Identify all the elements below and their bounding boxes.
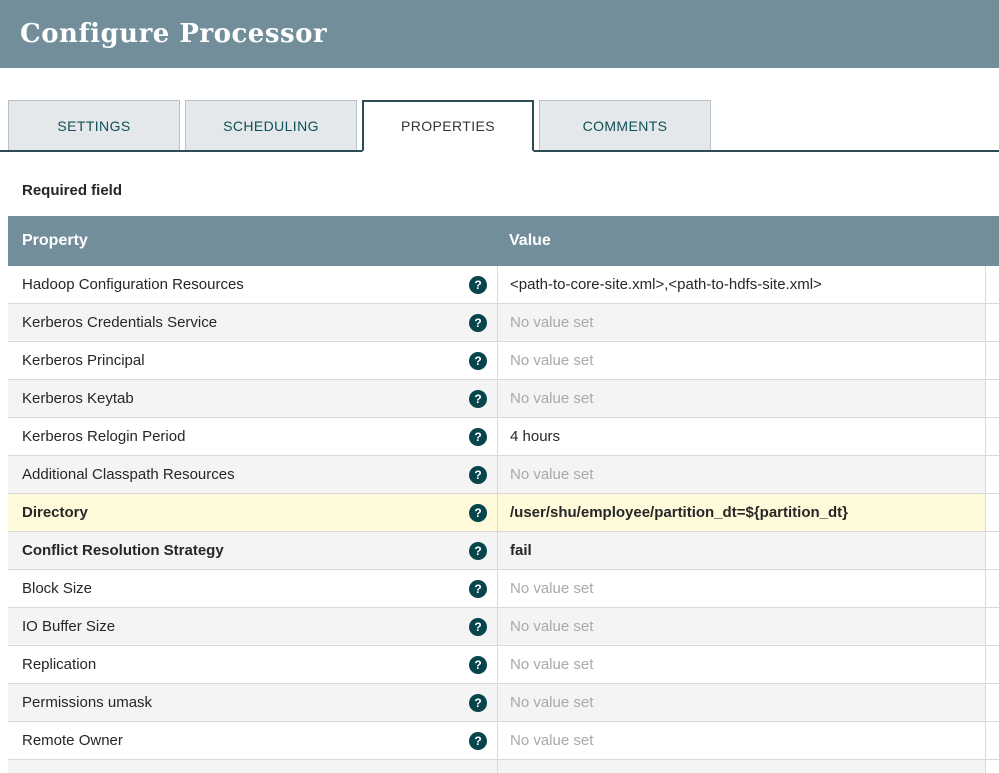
help-icon[interactable]: ? bbox=[469, 428, 487, 446]
property-name: Additional Classpath Resources bbox=[22, 466, 235, 483]
property-cell bbox=[8, 760, 497, 773]
property-value[interactable]: No value set bbox=[497, 342, 985, 379]
help-icon[interactable]: ? bbox=[469, 656, 487, 674]
scrollbar-gutter bbox=[985, 380, 999, 417]
table-row[interactable]: Kerberos Principal?No value set bbox=[8, 342, 999, 380]
value-cell bbox=[497, 760, 985, 773]
table-body: Hadoop Configuration Resources?<path-to-… bbox=[8, 266, 999, 760]
dialog-title: Configure Processor bbox=[20, 19, 327, 49]
help-icon[interactable]: ? bbox=[469, 732, 487, 750]
help-icon[interactable]: ? bbox=[469, 314, 487, 332]
tab-comments[interactable]: COMMENTS bbox=[539, 100, 711, 150]
property-cell: Replication? bbox=[8, 646, 497, 683]
scrollbar-gutter bbox=[985, 494, 999, 531]
scrollbar-gutter bbox=[985, 722, 999, 759]
property-value[interactable]: No value set bbox=[497, 304, 985, 341]
property-cell: Remote Owner? bbox=[8, 722, 497, 759]
property-name: Replication bbox=[22, 656, 96, 673]
scrollbar-gutter bbox=[985, 418, 999, 455]
dialog-header: Configure Processor bbox=[0, 0, 999, 68]
table-row-partial bbox=[8, 760, 999, 773]
property-value[interactable]: No value set bbox=[497, 646, 985, 683]
property-name: Kerberos Credentials Service bbox=[22, 314, 217, 331]
property-name: Directory bbox=[22, 504, 88, 521]
help-icon[interactable]: ? bbox=[469, 352, 487, 370]
help-icon[interactable]: ? bbox=[469, 618, 487, 636]
table-row[interactable]: Directory?/user/shu/employee/partition_d… bbox=[8, 494, 999, 532]
property-value[interactable]: fail bbox=[497, 532, 985, 569]
scrollbar-gutter bbox=[985, 532, 999, 569]
help-icon[interactable]: ? bbox=[469, 276, 487, 294]
scrollbar-gutter bbox=[985, 684, 999, 721]
table-row[interactable]: Additional Classpath Resources?No value … bbox=[8, 456, 999, 494]
property-value[interactable]: No value set bbox=[497, 684, 985, 721]
tab-scheduling[interactable]: SCHEDULING bbox=[185, 100, 357, 150]
table-row[interactable]: Kerberos Credentials Service?No value se… bbox=[8, 304, 999, 342]
table-row[interactable]: Remote Owner?No value set bbox=[8, 722, 999, 760]
help-icon[interactable]: ? bbox=[469, 390, 487, 408]
column-header-value: Value bbox=[497, 232, 985, 250]
table-row[interactable]: IO Buffer Size?No value set bbox=[8, 608, 999, 646]
help-icon[interactable]: ? bbox=[469, 580, 487, 598]
property-value[interactable]: <path-to-core-site.xml>,<path-to-hdfs-si… bbox=[497, 266, 985, 303]
scrollbar-gutter bbox=[985, 760, 999, 773]
required-field-label: Required field bbox=[22, 182, 999, 200]
property-name: Permissions umask bbox=[22, 694, 152, 711]
tab-bar: SETTINGSSCHEDULINGPROPERTIESCOMMENTS bbox=[0, 100, 999, 152]
scrollbar-gutter bbox=[985, 646, 999, 683]
property-cell: Block Size? bbox=[8, 570, 497, 607]
property-value[interactable]: /user/shu/employee/partition_dt=${partit… bbox=[497, 494, 985, 531]
property-value[interactable]: No value set bbox=[497, 722, 985, 759]
property-name: Kerberos Relogin Period bbox=[22, 428, 185, 445]
property-name: Kerberos Principal bbox=[22, 352, 145, 369]
property-value[interactable]: No value set bbox=[497, 608, 985, 645]
property-cell: Conflict Resolution Strategy? bbox=[8, 532, 497, 569]
table-row[interactable]: Permissions umask?No value set bbox=[8, 684, 999, 722]
table-row[interactable]: Kerberos Relogin Period?4 hours bbox=[8, 418, 999, 456]
scrollbar-gutter bbox=[985, 570, 999, 607]
scrollbar-gutter bbox=[985, 608, 999, 645]
table-header: Property Value bbox=[8, 216, 999, 266]
scrollbar-gutter bbox=[985, 304, 999, 341]
property-cell: Kerberos Principal? bbox=[8, 342, 497, 379]
property-cell: Hadoop Configuration Resources? bbox=[8, 266, 497, 303]
property-cell: Kerberos Credentials Service? bbox=[8, 304, 497, 341]
property-name: Hadoop Configuration Resources bbox=[22, 276, 244, 293]
property-cell: Permissions umask? bbox=[8, 684, 497, 721]
help-icon[interactable]: ? bbox=[469, 542, 487, 560]
scrollbar-gutter bbox=[985, 342, 999, 379]
scrollbar-gutter bbox=[985, 456, 999, 493]
help-icon[interactable]: ? bbox=[469, 694, 487, 712]
property-cell: Kerberos Relogin Period? bbox=[8, 418, 497, 455]
property-name: Remote Owner bbox=[22, 732, 123, 749]
property-name: Kerberos Keytab bbox=[22, 390, 134, 407]
tab-properties[interactable]: PROPERTIES bbox=[362, 100, 534, 152]
property-value[interactable]: No value set bbox=[497, 570, 985, 607]
table-row[interactable]: Kerberos Keytab?No value set bbox=[8, 380, 999, 418]
properties-table: Property Value Hadoop Configuration Reso… bbox=[8, 216, 999, 773]
table-row[interactable]: Replication?No value set bbox=[8, 646, 999, 684]
help-icon[interactable]: ? bbox=[469, 466, 487, 484]
property-name: IO Buffer Size bbox=[22, 618, 115, 635]
property-name: Block Size bbox=[22, 580, 92, 597]
help-icon[interactable]: ? bbox=[469, 504, 487, 522]
scrollbar-gutter bbox=[985, 266, 999, 303]
column-header-property: Property bbox=[8, 232, 497, 250]
property-cell: Kerberos Keytab? bbox=[8, 380, 497, 417]
property-value[interactable]: No value set bbox=[497, 380, 985, 417]
property-name: Conflict Resolution Strategy bbox=[22, 542, 224, 559]
property-value[interactable]: No value set bbox=[497, 456, 985, 493]
tab-settings[interactable]: SETTINGS bbox=[8, 100, 180, 150]
property-value[interactable]: 4 hours bbox=[497, 418, 985, 455]
table-row[interactable]: Block Size?No value set bbox=[8, 570, 999, 608]
table-row[interactable]: Hadoop Configuration Resources?<path-to-… bbox=[8, 266, 999, 304]
property-cell: Additional Classpath Resources? bbox=[8, 456, 497, 493]
table-row[interactable]: Conflict Resolution Strategy?fail bbox=[8, 532, 999, 570]
property-cell: IO Buffer Size? bbox=[8, 608, 497, 645]
property-cell: Directory? bbox=[8, 494, 497, 531]
